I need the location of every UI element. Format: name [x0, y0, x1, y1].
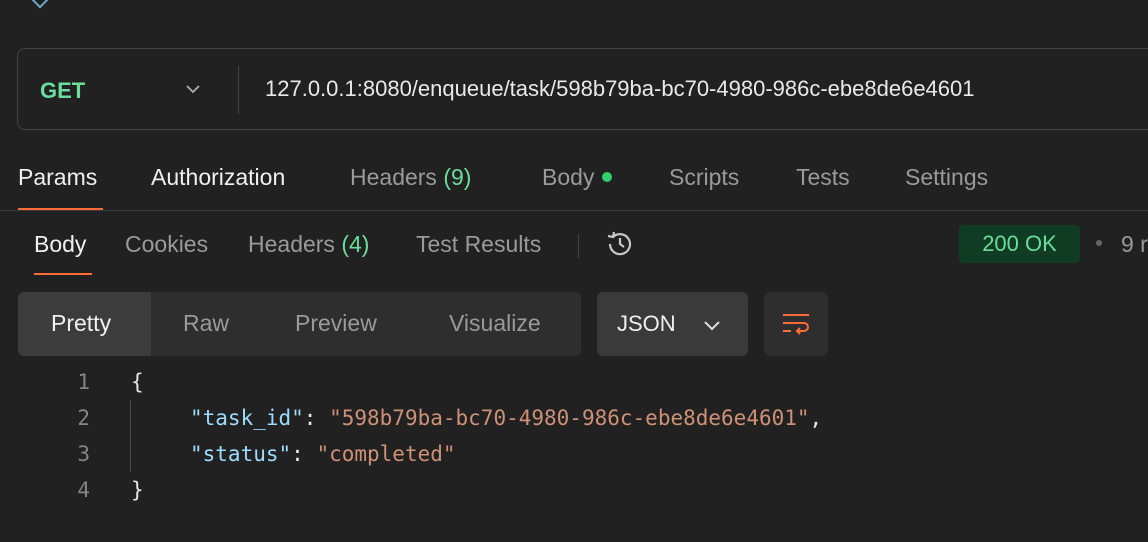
- response-time: 9 r: [1121, 231, 1148, 257]
- response-headers-count: (4): [341, 231, 370, 257]
- json-key: "task_id": [190, 406, 304, 430]
- tab-scripts[interactable]: Scripts: [669, 164, 739, 191]
- response-tab-test-results[interactable]: Test Results: [416, 231, 541, 258]
- line-number: 4: [77, 478, 90, 502]
- separator-dot: [1096, 240, 1102, 246]
- json-open-brace: {: [131, 370, 144, 394]
- view-mode-pretty[interactable]: Pretty: [51, 310, 111, 337]
- tab-authorization[interactable]: Authorization: [151, 164, 285, 191]
- view-mode-preview[interactable]: Preview: [295, 310, 377, 337]
- line-number: 2: [77, 406, 90, 430]
- url-input[interactable]: 127.0.0.1:8080/enqueue/task/598b79ba-bc7…: [265, 76, 975, 102]
- divider: [578, 234, 579, 258]
- json-line: "task_id": "598b79ba-bc70-4980-986c-ebe8…: [190, 406, 822, 430]
- tab-tests[interactable]: Tests: [796, 164, 850, 191]
- response-tab-headers-label: Headers: [248, 231, 335, 257]
- tab-headers[interactable]: Headers (9): [350, 164, 471, 191]
- active-tab-indicator: [34, 273, 92, 275]
- json-colon: :: [303, 406, 330, 430]
- tab-body[interactable]: Body: [542, 164, 613, 191]
- divider: [238, 66, 239, 114]
- body-indicator-dot: [602, 171, 613, 182]
- json-colon: :: [291, 442, 317, 466]
- response-tab-cookies[interactable]: Cookies: [125, 231, 208, 258]
- history-icon[interactable]: [604, 228, 636, 260]
- status-badge: 200 OK: [959, 225, 1080, 263]
- json-close-brace: }: [131, 478, 144, 502]
- json-value: "598b79ba-bc70-4980-986c-ebe8de6e4601": [329, 406, 810, 430]
- view-mode-visualize[interactable]: Visualize: [449, 310, 541, 337]
- tab-settings[interactable]: Settings: [905, 164, 988, 191]
- response-tab-body[interactable]: Body: [34, 231, 86, 258]
- divider: [0, 210, 1148, 211]
- json-value: "completed": [316, 442, 456, 466]
- partial-icon: [31, 0, 49, 9]
- headers-count: (9): [443, 164, 472, 190]
- json-key: "status": [190, 442, 292, 466]
- chevron-down-icon: [704, 321, 720, 331]
- method-select[interactable]: GET: [40, 78, 85, 104]
- response-tab-headers[interactable]: Headers (4): [248, 231, 369, 258]
- view-mode-raw[interactable]: Raw: [183, 310, 229, 337]
- tab-body-label: Body: [542, 164, 595, 190]
- tab-params[interactable]: Params: [18, 164, 97, 191]
- json-comma: ,: [809, 406, 823, 430]
- line-number: 3: [77, 442, 90, 466]
- indent-guide: [130, 400, 131, 472]
- format-label: JSON: [617, 311, 676, 336]
- tab-headers-label: Headers: [350, 164, 437, 190]
- chevron-down-icon[interactable]: [186, 82, 200, 96]
- line-number: 1: [77, 370, 90, 394]
- json-line: "status": "completed": [190, 442, 456, 466]
- wrap-lines-icon: [783, 314, 809, 335]
